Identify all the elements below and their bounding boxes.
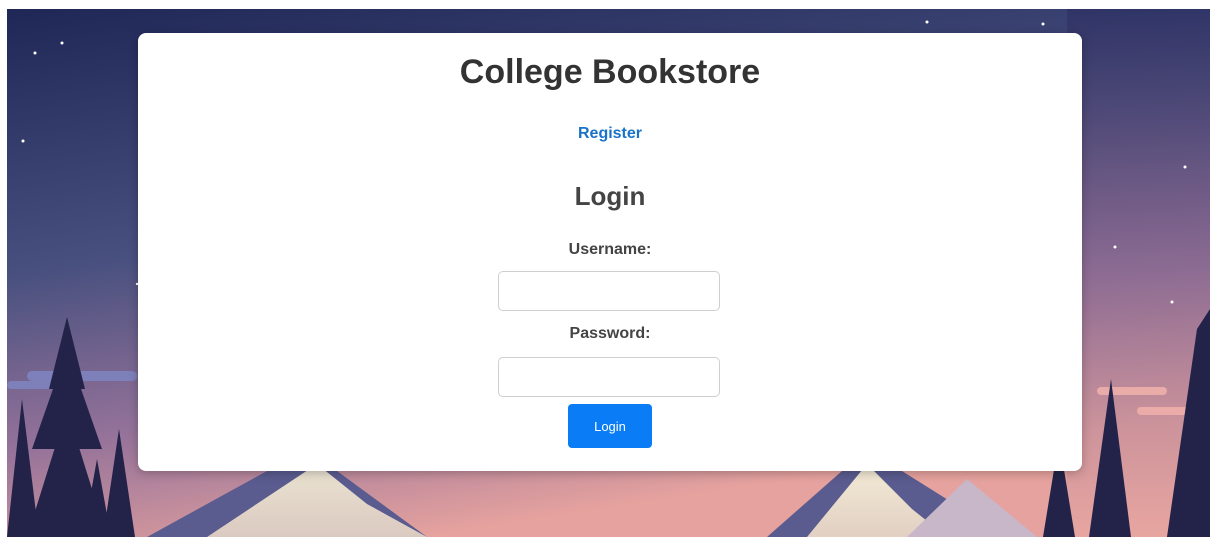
register-link-label[interactable]: Register xyxy=(578,125,642,142)
login-button[interactable]: Login xyxy=(568,404,652,448)
login-heading: Login xyxy=(574,181,646,211)
username-label: Username: xyxy=(568,241,652,258)
password-input[interactable] xyxy=(498,357,720,397)
username-input[interactable] xyxy=(498,271,720,311)
password-label: Password: xyxy=(569,325,651,342)
page-title: College Bookstore xyxy=(459,53,761,91)
login-card: College Bookstore Register Login Usernam… xyxy=(138,33,1082,471)
register-link[interactable]: Register xyxy=(138,125,1082,143)
page-viewport: College Bookstore Register Login Usernam… xyxy=(7,9,1210,537)
